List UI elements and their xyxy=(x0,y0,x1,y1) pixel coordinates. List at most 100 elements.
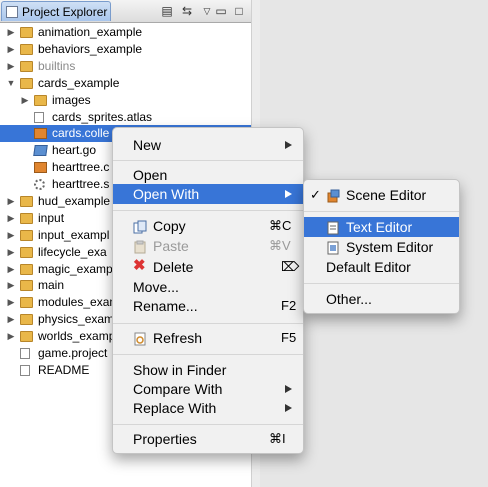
menu-item-label: Show in Finder xyxy=(133,362,227,378)
folder-icon xyxy=(20,280,33,291)
folder-icon xyxy=(20,297,33,308)
menu-item-label: New xyxy=(133,137,162,153)
folder-icon xyxy=(20,247,33,258)
expanded-twisty-icon[interactable]: ▼ xyxy=(6,75,16,92)
open-with-submenu: ✓ Scene Editor Text Editor System Editor… xyxy=(303,179,460,314)
collection-icon xyxy=(34,162,47,173)
menu-item-text-editor[interactable]: Text Editor xyxy=(304,217,459,237)
menu-item-other[interactable]: Other... xyxy=(304,289,459,309)
shortcut-label: ⌘V xyxy=(269,238,291,253)
collection-icon xyxy=(34,128,47,139)
paste-icon xyxy=(133,239,147,254)
collapse-all-icon[interactable]: ▤ xyxy=(160,4,174,18)
menu-item-new[interactable]: New xyxy=(113,135,303,155)
tree-item[interactable]: ▶ animation_example xyxy=(0,24,251,41)
shortcut-label: ⌘I xyxy=(269,431,286,446)
tree-item-label: game.project xyxy=(38,346,108,360)
menu-item-refresh[interactable]: Refresh F5 xyxy=(113,328,303,348)
submenu-arrow-icon xyxy=(285,190,292,198)
tree-item-label: modules_exam xyxy=(38,295,120,309)
menu-item-delete[interactable]: ✖ Delete ⌦ xyxy=(113,257,303,277)
menu-item-label: Move... xyxy=(133,279,179,295)
menu-item-label: Text Editor xyxy=(346,219,413,235)
menu-separator xyxy=(113,424,303,425)
project-explorer-icon xyxy=(6,6,18,18)
collapsed-twisty-icon[interactable]: ▶ xyxy=(6,227,16,244)
tree-item[interactable]: ▼ cards_example xyxy=(0,75,251,92)
collapsed-twisty-icon[interactable]: ▶ xyxy=(6,210,16,227)
tree-item-label: cards_example xyxy=(38,76,120,90)
view-menu-icon[interactable]: ▽ xyxy=(200,4,214,18)
menu-item-show-in-finder[interactable]: Show in Finder xyxy=(113,360,303,380)
tree-item-label: physics_exam xyxy=(38,312,115,326)
shortcut-label: ⌘C xyxy=(269,218,292,233)
collapsed-twisty-icon[interactable]: ▶ xyxy=(6,261,16,278)
tree-item[interactable]: ▶ images xyxy=(0,92,251,109)
menu-item-label: Default Editor xyxy=(326,259,411,275)
folder-icon xyxy=(20,196,33,207)
menu-item-label: Refresh xyxy=(153,330,203,346)
collapsed-twisty-icon[interactable]: ▶ xyxy=(6,24,16,41)
link-with-editor-icon[interactable]: ⇆ xyxy=(180,4,194,18)
menu-item-scene-editor[interactable]: ✓ Scene Editor xyxy=(304,185,459,205)
menu-item-compare-with[interactable]: Compare With xyxy=(113,379,303,399)
copy-icon xyxy=(133,219,147,234)
menu-item-rename[interactable]: Rename... F2 xyxy=(113,296,303,316)
menu-item-copy[interactable]: Copy ⌘C xyxy=(113,216,303,236)
collapsed-twisty-icon[interactable]: ▶ xyxy=(6,193,16,210)
collapsed-twisty-icon[interactable]: ▶ xyxy=(6,277,16,294)
collapsed-twisty-icon[interactable]: ▶ xyxy=(20,92,30,109)
menu-separator xyxy=(304,211,459,212)
tree-item[interactable]: ▶ behaviors_example xyxy=(0,41,251,58)
menu-separator xyxy=(113,160,303,161)
folder-icon xyxy=(20,44,33,55)
view-header: Project Explorer ▤ ⇆ ▽ ▭ □ xyxy=(0,0,251,23)
menu-item-label: Rename... xyxy=(133,298,198,314)
text-editor-icon xyxy=(326,220,340,235)
system-editor-icon xyxy=(326,240,340,255)
tree-item-label: README xyxy=(38,363,90,377)
tab-project-explorer[interactable]: Project Explorer xyxy=(1,1,111,21)
menu-item-paste[interactable]: Paste ⌘V xyxy=(113,236,303,256)
menu-item-label: Scene Editor xyxy=(346,187,427,203)
menu-item-default-editor[interactable]: Default Editor xyxy=(304,257,459,277)
tree-item-label: input_exampl xyxy=(38,228,110,242)
tree-item-label: heart.go xyxy=(52,143,97,157)
tree-item-label: hud_example xyxy=(38,194,111,208)
game-object-icon xyxy=(33,145,48,156)
menu-item-replace-with[interactable]: Replace With xyxy=(113,398,303,418)
menu-item-system-editor[interactable]: System Editor xyxy=(304,237,459,257)
collapsed-twisty-icon[interactable]: ▶ xyxy=(6,41,16,58)
menu-item-label: Copy xyxy=(153,218,186,234)
minimize-icon[interactable]: ▭ xyxy=(214,4,228,18)
menu-separator xyxy=(113,323,303,324)
menu-item-open[interactable]: Open xyxy=(113,165,303,185)
menu-item-label: Open xyxy=(133,167,168,183)
tree-item-label: hearttree.c xyxy=(52,160,110,174)
collapsed-twisty-icon[interactable]: ▶ xyxy=(6,328,16,345)
menu-item-open-with[interactable]: Open With xyxy=(113,184,303,204)
collapsed-twisty-icon[interactable]: ▶ xyxy=(6,294,16,311)
menu-item-properties[interactable]: Properties ⌘I xyxy=(113,429,303,449)
folder-icon xyxy=(20,78,33,89)
tree-item[interactable]: cards_sprites.atlas xyxy=(0,109,251,126)
tree-item-label: images xyxy=(52,93,91,107)
folder-icon xyxy=(20,230,33,241)
tree-item-label: animation_example xyxy=(38,25,143,39)
maximize-icon[interactable]: □ xyxy=(232,4,246,18)
document-icon xyxy=(34,112,44,123)
menu-separator xyxy=(304,283,459,284)
tree-item[interactable]: ▶ builtins xyxy=(0,58,251,75)
menu-item-move[interactable]: Move... xyxy=(113,277,303,297)
collapsed-twisty-icon[interactable]: ▶ xyxy=(6,58,16,75)
submenu-arrow-icon xyxy=(285,404,292,412)
tree-item-label: cards.colle xyxy=(52,126,110,140)
tree-item-label: magic_examp xyxy=(38,262,113,276)
delete-icon: ✖ xyxy=(133,257,146,274)
menu-item-label: Delete xyxy=(153,259,194,275)
shortcut-label: F2 xyxy=(281,298,297,313)
collapsed-twisty-icon[interactable]: ▶ xyxy=(6,311,16,328)
tree-item-label: input xyxy=(38,211,65,225)
collapsed-twisty-icon[interactable]: ▶ xyxy=(6,244,16,261)
submenu-arrow-icon xyxy=(285,141,292,149)
